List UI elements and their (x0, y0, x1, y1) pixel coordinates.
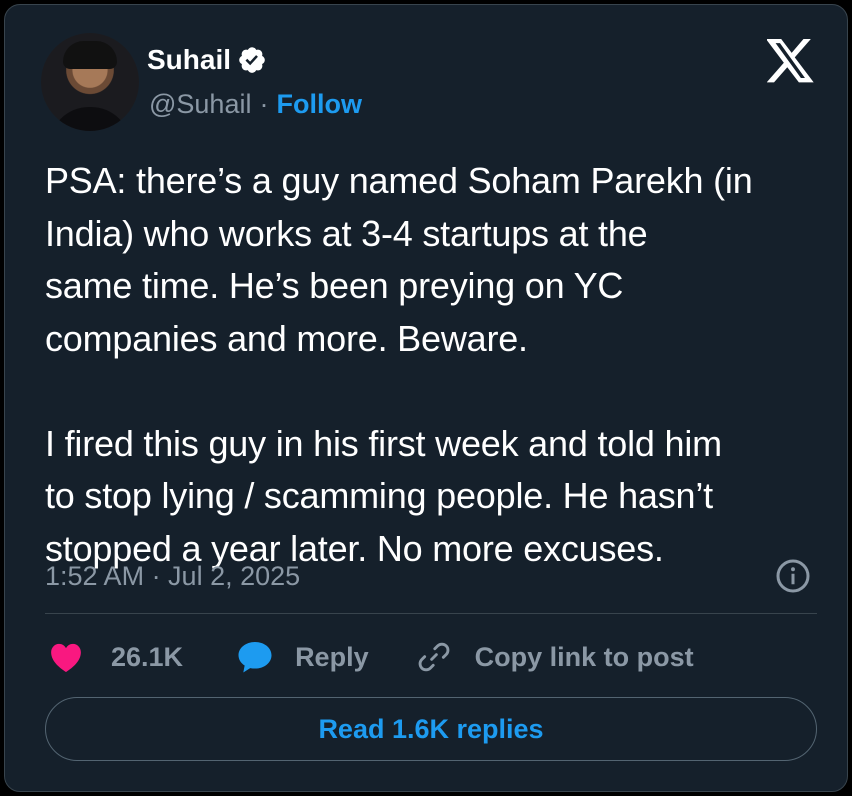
author-handle[interactable]: @Suhail (149, 87, 251, 121)
speech-bubble-icon (238, 642, 272, 673)
link-icon (418, 642, 449, 672)
divider (45, 613, 817, 614)
avatar-shoulders (49, 107, 131, 131)
reply-label: Reply (295, 642, 369, 672)
verified-badge-icon (239, 47, 265, 73)
author-name-row: Suhail (147, 43, 267, 77)
author-handle-row: @Suhail · Follow (149, 87, 362, 121)
read-replies-button[interactable]: Read 1.6K replies (45, 697, 817, 761)
tweet-card: Suhail @Suhail · Follow PSA: there’s a g… (4, 4, 848, 792)
avatar-hair (63, 41, 117, 69)
x-logo-icon[interactable] (767, 39, 815, 83)
copy-link-button[interactable]: Copy link to post (415, 638, 694, 676)
reply-button[interactable]: Reply (237, 640, 369, 674)
copy-link-label: Copy link to post (474, 642, 694, 672)
like-count: 26.1K (111, 642, 184, 672)
action-bar: 26.1K Reply Copy link to post (45, 635, 694, 679)
avatar[interactable] (41, 33, 139, 131)
info-icon[interactable] (775, 558, 811, 594)
heart-icon (51, 643, 81, 673)
tweet-text: PSA: there’s a guy named Soham Parekh (i… (45, 160, 753, 569)
follow-button[interactable]: Follow (276, 87, 361, 121)
tweet-timestamp[interactable]: 1:52 AM · Jul 2, 2025 (45, 558, 300, 594)
like-button[interactable]: 26.1K (49, 640, 183, 674)
author-name[interactable]: Suhail (147, 43, 231, 77)
handle-separator: · (259, 89, 269, 119)
